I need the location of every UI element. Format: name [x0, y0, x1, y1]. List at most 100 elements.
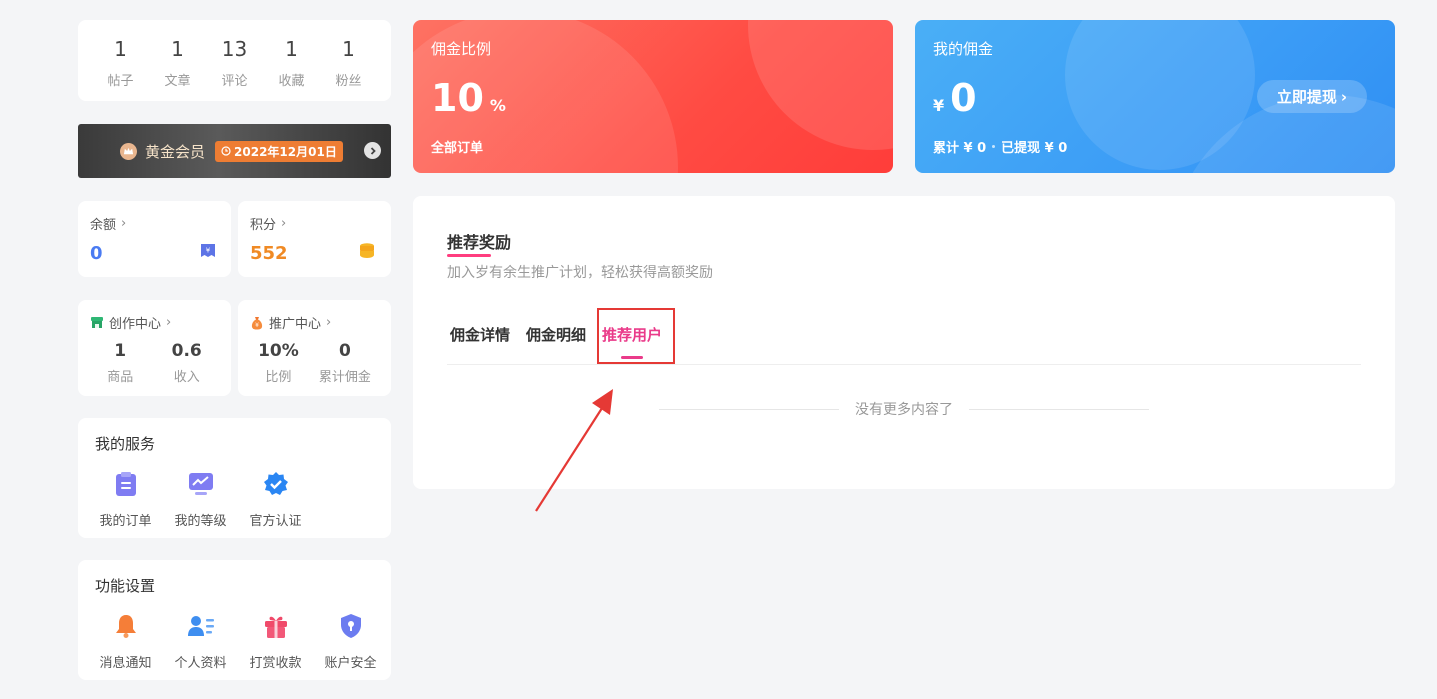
setting-account-security[interactable]: 账户安全	[313, 612, 388, 671]
vip-membership-banner[interactable]: 黄金会员 2022年12月01日	[78, 124, 391, 178]
my-commission-value: ¥ 0	[933, 76, 977, 120]
promotion-rate: 10% 比例	[258, 341, 299, 385]
banner-decoration	[748, 20, 893, 150]
setting-label: 消息通知	[99, 656, 152, 671]
title-underline	[447, 254, 491, 257]
rate-unit: %	[489, 96, 506, 115]
balance-value: 0	[90, 243, 103, 264]
setting-label: 个人资料	[174, 656, 227, 671]
function-settings-card: 功能设置 消息通知 个人资料 打赏收款 账户安全	[78, 560, 391, 680]
chart-icon	[187, 470, 215, 498]
vip-level-name: 黄金会员	[145, 142, 206, 161]
commission-total: 累计 ¥ 0	[933, 141, 987, 156]
stat-favorites[interactable]: 1 收藏	[267, 20, 317, 101]
function-settings-title: 功能设置	[95, 577, 156, 595]
stat-label: 评论	[221, 73, 248, 89]
commission-rate-title: 佣金比例	[431, 40, 492, 58]
bell-icon	[112, 612, 140, 640]
creation-goods-label: 商品	[107, 370, 134, 385]
creation-center-label: 创作中心	[109, 317, 162, 332]
promotion-total: 0 累计佣金	[319, 341, 371, 385]
divider-line	[969, 408, 1149, 410]
promotion-center-title: ¥ 推广中心 ›	[250, 313, 331, 332]
promotion-rate-value: 10%	[258, 341, 299, 361]
commission-rate-value: 10 %	[431, 76, 506, 120]
stat-value: 13	[221, 36, 248, 61]
withdraw-label: 立即提现	[1276, 88, 1337, 106]
setting-notifications[interactable]: 消息通知	[88, 612, 163, 671]
user-stats-card: 1 帖子 1 文章 13 评论 1 收藏 1 粉丝	[78, 20, 391, 101]
promotion-center-label: 推广中心	[269, 317, 322, 332]
crown-icon	[120, 142, 137, 160]
service-label: 我的订单	[99, 514, 152, 529]
stat-label: 文章	[164, 73, 191, 89]
creation-goods: 1 商品	[107, 341, 133, 385]
balance-card[interactable]: 余额 › 0 ¥	[78, 201, 231, 277]
verified-icon	[262, 470, 290, 498]
tab-commission-records[interactable]: 佣金明细	[523, 324, 589, 345]
yen-wallet-icon: ¥	[199, 242, 217, 264]
empty-state-text: 没有更多内容了	[855, 402, 953, 418]
commission-withdrawn: 已提现 ¥ 0	[1001, 141, 1068, 156]
service-label: 我的等级	[174, 514, 227, 529]
stat-label: 帖子	[107, 73, 134, 89]
my-commission-banner: 我的佣金 ¥ 0 立即提现 › 累计 ¥ 0 已提现 ¥ 0	[915, 20, 1395, 173]
coins-icon	[357, 242, 377, 264]
points-title: 积分 ›	[250, 214, 286, 233]
setting-profile[interactable]: 个人资料	[163, 612, 238, 671]
stat-value: 1	[285, 36, 298, 61]
my-services-title: 我的服务	[95, 435, 156, 453]
stat-fans[interactable]: 1 粉丝	[324, 20, 374, 101]
referral-rewards-subtitle: 加入岁有余生推广计划，轻松获得高额奖励	[447, 265, 713, 281]
promotion-rate-label: 比例	[265, 370, 292, 385]
service-label: 官方认证	[249, 514, 302, 529]
store-icon	[91, 317, 103, 328]
creation-income: 0.6 收入	[172, 341, 202, 385]
stat-comments[interactable]: 13 评论	[210, 20, 260, 101]
creation-income-label: 收入	[173, 370, 200, 385]
creation-income-value: 0.6	[171, 341, 202, 361]
clock-icon	[221, 146, 231, 156]
setting-label: 打赏收款	[249, 656, 302, 671]
stat-value: 1	[171, 36, 184, 61]
separator-dot	[992, 145, 996, 148]
service-my-orders[interactable]: 我的订单	[88, 470, 163, 529]
service-my-level[interactable]: 我的等级	[163, 470, 238, 529]
chevron-right-icon: ›	[166, 315, 172, 330]
svg-text:¥: ¥	[255, 322, 259, 329]
setting-tips[interactable]: 打赏收款	[238, 612, 313, 671]
vip-expiry-date: 2022年12月01日	[234, 144, 337, 159]
my-services-card: 我的服务 我的订单 我的等级 官方认证	[78, 418, 391, 538]
balance-label: 余额	[90, 218, 117, 233]
creation-center-title: 创作中心 ›	[90, 313, 171, 332]
service-official-verification[interactable]: 官方认证	[238, 470, 313, 529]
stat-value: 1	[114, 36, 127, 61]
balance-title: 余额 ›	[90, 214, 126, 233]
stat-label: 粉丝	[335, 73, 362, 89]
promotion-center-card[interactable]: ¥ 推广中心 › 10% 比例 0 累计佣金	[238, 300, 391, 396]
points-card[interactable]: 积分 › 552	[238, 201, 391, 277]
stat-posts[interactable]: 1 帖子	[96, 20, 146, 101]
creation-goods-value: 1	[114, 341, 127, 361]
commission-rate-scope: 全部订单	[431, 141, 484, 156]
promotion-total-label: 累计佣金	[318, 370, 371, 385]
promotion-total-value: 0	[338, 341, 351, 361]
stat-value: 1	[342, 36, 355, 61]
user-card-icon	[187, 612, 215, 640]
divider-line	[659, 408, 839, 410]
withdraw-button[interactable]: 立即提现 ›	[1257, 80, 1367, 113]
creation-center-card[interactable]: 创作中心 › 1 商品 0.6 收入	[78, 300, 231, 396]
chevron-right-icon[interactable]	[364, 142, 381, 159]
svg-text:¥: ¥	[206, 247, 211, 255]
rate-number: 10	[431, 76, 484, 120]
shield-icon	[337, 612, 365, 640]
gift-icon	[262, 612, 290, 640]
my-commission-title: 我的佣金	[933, 40, 994, 58]
commission-summary: 累计 ¥ 0 已提现 ¥ 0	[933, 137, 1067, 156]
points-value: 552	[250, 243, 288, 264]
clipboard-icon	[112, 470, 140, 498]
money-bag-icon: ¥	[251, 316, 263, 329]
tab-commission-details[interactable]: 佣金详情	[447, 324, 513, 345]
stat-articles[interactable]: 1 文章	[153, 20, 203, 101]
chevron-right-icon: ›	[281, 216, 287, 231]
